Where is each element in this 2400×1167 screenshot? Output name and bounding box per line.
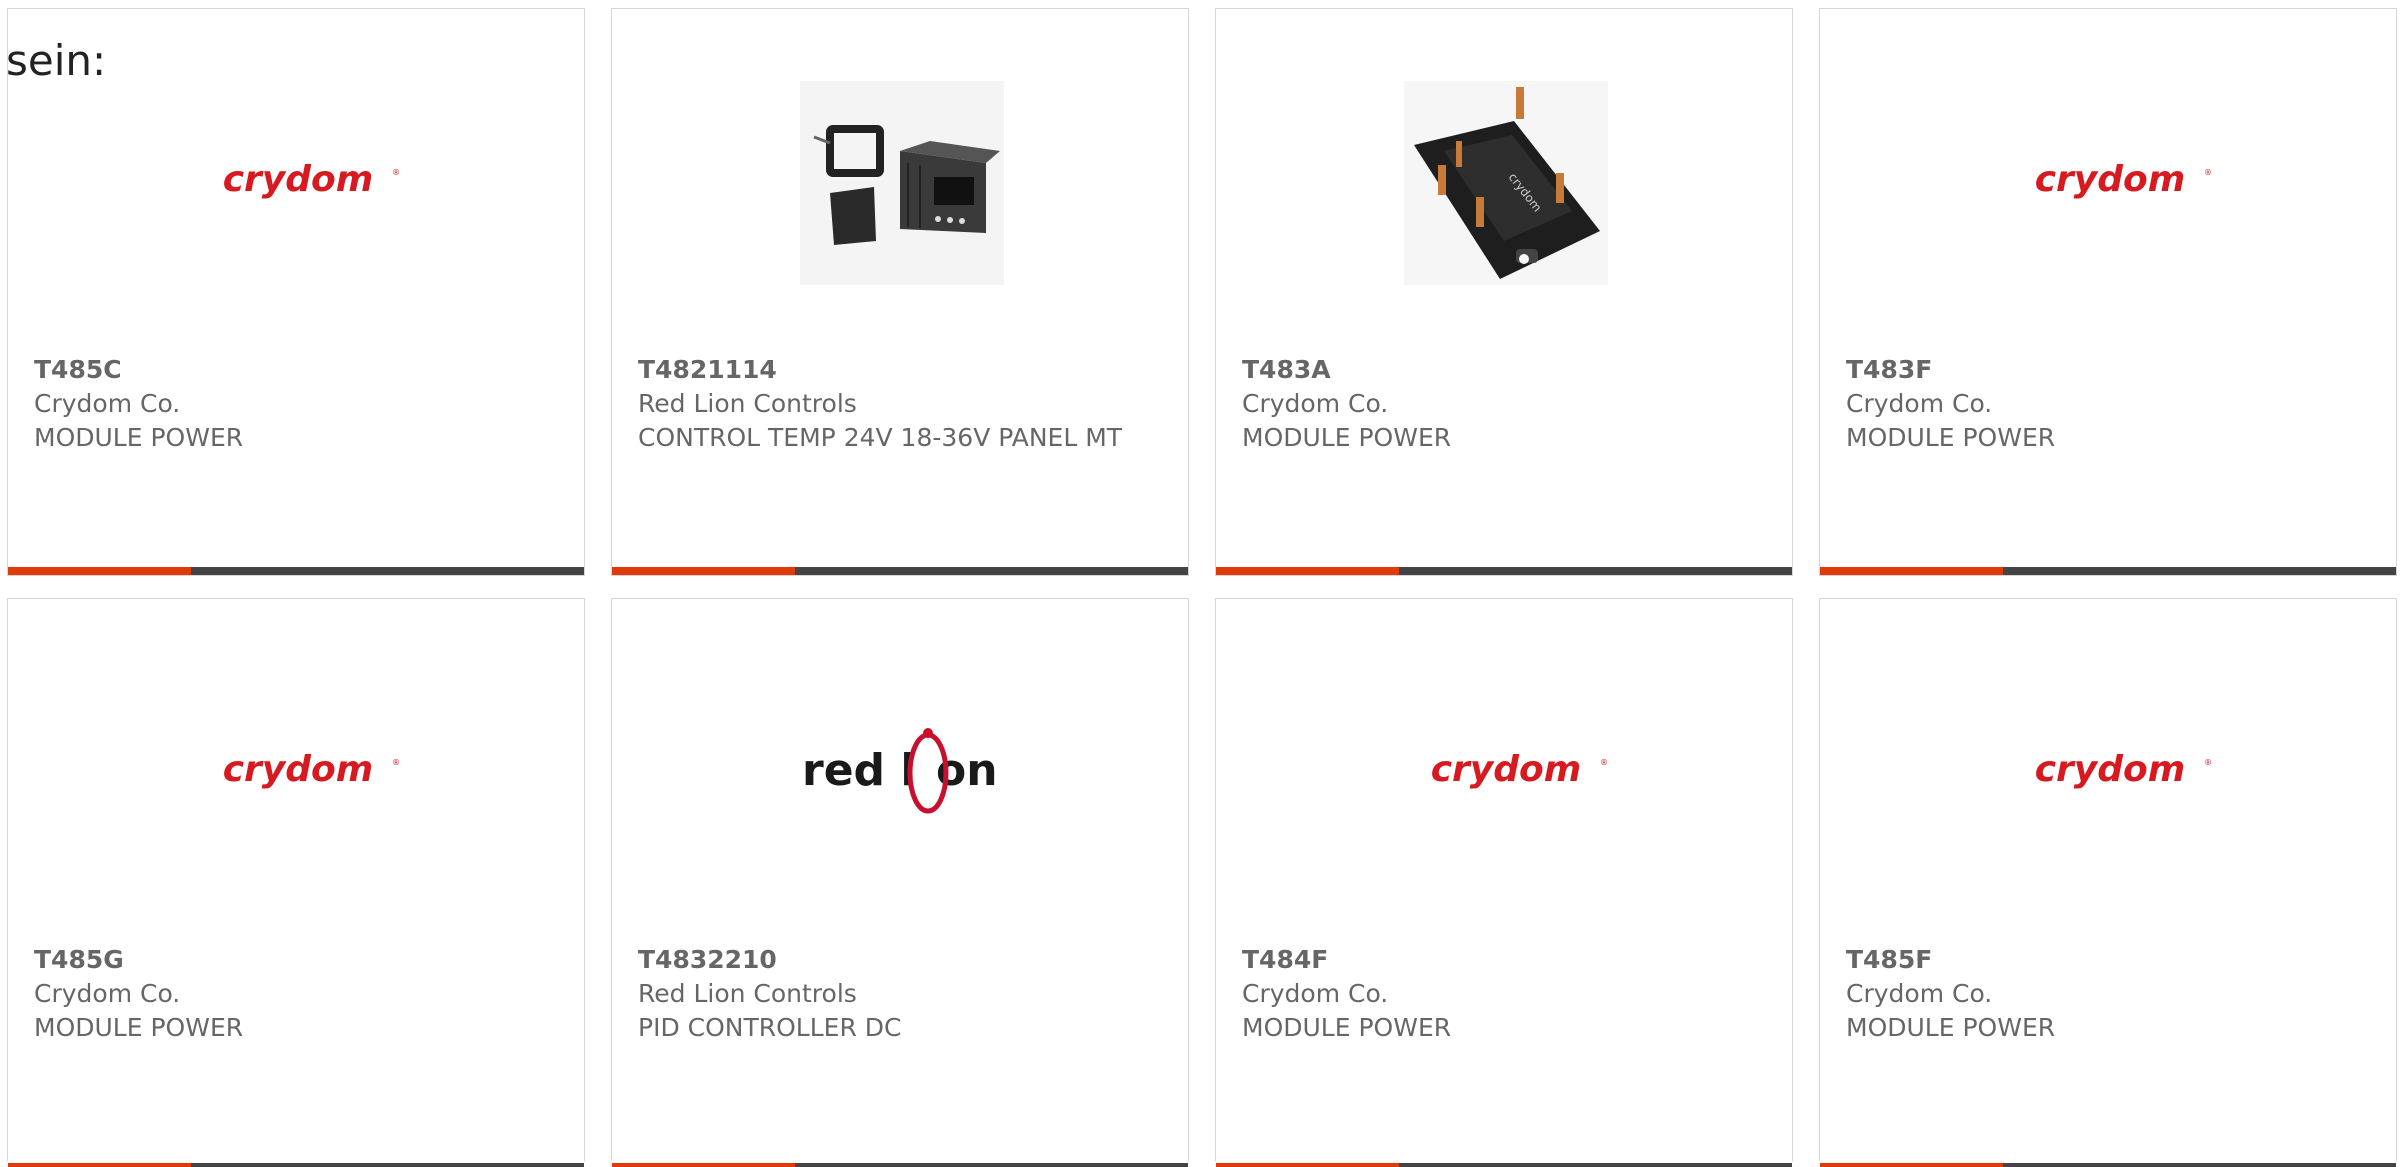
part-number-link[interactable]: T485C bbox=[34, 353, 564, 387]
description: CONTROL TEMP 24V 18-36V PANEL MT bbox=[638, 423, 1123, 452]
card-accent bbox=[1216, 1163, 1399, 1167]
crydom-logo-text: crydom bbox=[1431, 749, 1582, 790]
manufacturer: Crydom Co. bbox=[1242, 389, 1389, 418]
temp-controller-photo[interactable] bbox=[800, 81, 1004, 285]
description: MODULE POWER bbox=[1242, 1013, 1452, 1042]
svg-text:®: ® bbox=[2204, 168, 2212, 177]
crydom-logo[interactable]: crydom ® bbox=[196, 81, 400, 285]
crydom-logo[interactable]: crydom ® bbox=[196, 671, 400, 875]
svg-text:®: ® bbox=[392, 758, 400, 767]
red-lion-logo-text-a: red l bbox=[802, 745, 915, 796]
manufacturer: Crydom Co. bbox=[1846, 979, 1993, 1008]
card-bottom-bar bbox=[612, 567, 1188, 575]
product-info: T485C Crydom Co. MODULE POWER bbox=[34, 353, 564, 455]
crydom-logo[interactable]: crydom ® bbox=[2008, 671, 2212, 875]
card-accent bbox=[612, 1163, 795, 1167]
card-accent bbox=[8, 1163, 191, 1167]
lead-text: sein: bbox=[6, 36, 107, 85]
crydom-logo[interactable]: crydom ® bbox=[1404, 671, 1608, 875]
product-info: T483A Crydom Co. MODULE POWER bbox=[1242, 353, 1772, 455]
description: MODULE POWER bbox=[34, 1013, 244, 1042]
product-info: T485G Crydom Co. MODULE POWER bbox=[34, 943, 564, 1045]
product-card[interactable]: T4821114 Red Lion Controls CONTROL TEMP … bbox=[611, 8, 1189, 576]
part-number-link[interactable]: T485F bbox=[1846, 943, 2376, 977]
card-accent bbox=[612, 567, 795, 575]
crydom-logo-text: crydom bbox=[2035, 159, 2186, 200]
product-info: T4832210 Red Lion Controls PID CONTROLLE… bbox=[638, 943, 1168, 1045]
card-bottom-bar bbox=[1216, 1163, 1792, 1167]
svg-text:®: ® bbox=[2204, 758, 2212, 767]
card-bottom-bar bbox=[1216, 567, 1792, 575]
description: MODULE POWER bbox=[34, 423, 244, 452]
card-accent bbox=[1216, 567, 1399, 575]
card-accent bbox=[1820, 1163, 2003, 1167]
description: MODULE POWER bbox=[1242, 423, 1452, 452]
crydom-logo-text: crydom bbox=[223, 159, 374, 200]
manufacturer: Crydom Co. bbox=[34, 389, 181, 418]
product-card[interactable]: crydom ® T485C Crydom Co. MODULE POWER bbox=[7, 8, 585, 576]
product-card[interactable]: red l on T4832210 Red Lion Controls PID … bbox=[611, 598, 1189, 1167]
part-number-link[interactable]: T4821114 bbox=[638, 353, 1168, 387]
svg-text:®: ® bbox=[392, 168, 400, 177]
manufacturer: Crydom Co. bbox=[1242, 979, 1389, 1008]
power-module-photo[interactable]: crydom bbox=[1404, 81, 1608, 285]
product-card[interactable]: crydom ® T485F Crydom Co. MODULE POWER bbox=[1819, 598, 2397, 1167]
card-bottom-bar bbox=[1820, 1163, 2396, 1167]
card-accent bbox=[1820, 567, 2003, 575]
red-lion-logo[interactable]: red l on bbox=[800, 671, 1004, 875]
manufacturer: Crydom Co. bbox=[34, 979, 181, 1008]
product-info: T484F Crydom Co. MODULE POWER bbox=[1242, 943, 1772, 1045]
part-number-link[interactable]: T484F bbox=[1242, 943, 1772, 977]
description: MODULE POWER bbox=[1846, 1013, 2056, 1042]
product-card[interactable]: crydom ® T484F Crydom Co. MODULE POWER bbox=[1215, 598, 1793, 1167]
manufacturer: Red Lion Controls bbox=[638, 389, 857, 418]
product-card[interactable]: crydom T483A Crydom Co. MODULE POWER bbox=[1215, 8, 1793, 576]
crydom-logo-text: crydom bbox=[223, 749, 374, 790]
part-number-link[interactable]: T485G bbox=[34, 943, 564, 977]
card-bottom-bar bbox=[1820, 567, 2396, 575]
card-accent bbox=[8, 567, 191, 575]
card-bottom-bar bbox=[8, 1163, 584, 1167]
description: PID CONTROLLER DC bbox=[638, 1013, 902, 1042]
part-number-link[interactable]: T4832210 bbox=[638, 943, 1168, 977]
product-grid: crydom ® T485C Crydom Co. MODULE POWER T… bbox=[0, 0, 2400, 1167]
crydom-logo-text: crydom bbox=[2035, 749, 2186, 790]
part-number-link[interactable]: T483F bbox=[1846, 353, 2376, 387]
product-card[interactable]: crydom ® T485G Crydom Co. MODULE POWER bbox=[7, 598, 585, 1167]
product-info: T483F Crydom Co. MODULE POWER bbox=[1846, 353, 2376, 455]
card-bottom-bar bbox=[612, 1163, 1188, 1167]
card-bottom-bar bbox=[8, 567, 584, 575]
svg-text:®: ® bbox=[1600, 758, 1608, 767]
description: MODULE POWER bbox=[1846, 423, 2056, 452]
product-info: T4821114 Red Lion Controls CONTROL TEMP … bbox=[638, 353, 1168, 455]
manufacturer: Red Lion Controls bbox=[638, 979, 857, 1008]
part-number-link[interactable]: T483A bbox=[1242, 353, 1772, 387]
product-info: T485F Crydom Co. MODULE POWER bbox=[1846, 943, 2376, 1045]
manufacturer: Crydom Co. bbox=[1846, 389, 1993, 418]
crydom-logo[interactable]: crydom ® bbox=[2008, 81, 2212, 285]
product-card[interactable]: crydom ® T483F Crydom Co. MODULE POWER bbox=[1819, 8, 2397, 576]
